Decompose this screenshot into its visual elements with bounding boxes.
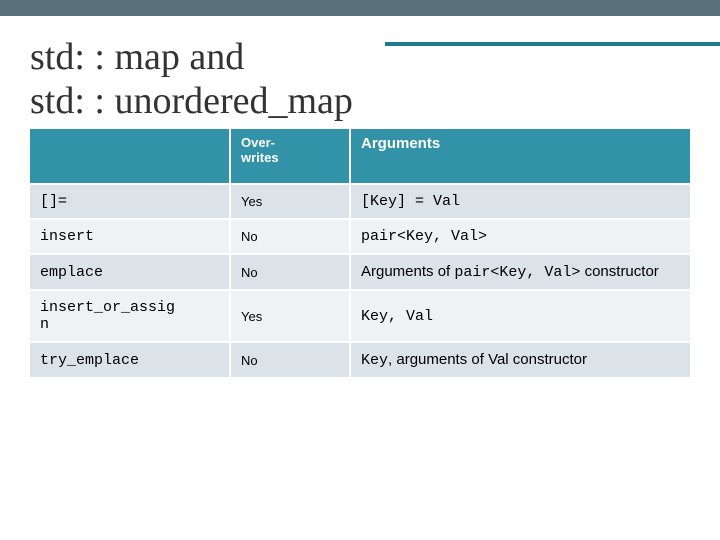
overwrites-cell: No	[230, 254, 350, 290]
title-line-2: std: : unordered_map	[30, 80, 353, 122]
accent-line	[385, 42, 720, 46]
arguments-cell: Arguments of pair<Key, Val> constructor	[350, 254, 690, 290]
arguments-cell: [Key] = Val	[350, 184, 690, 219]
overwrites-cell: Yes	[230, 290, 350, 342]
method-cell: try_emplace	[30, 342, 230, 378]
overwrites-cell: Yes	[230, 184, 350, 219]
window-top-bar	[0, 0, 720, 16]
table-row: insert No pair<Key, Val>	[30, 219, 690, 254]
arguments-cell: Key, arguments of Val constructor	[350, 342, 690, 378]
overwrites-cell: No	[230, 219, 350, 254]
table-row: try_emplace No Key, arguments of Val con…	[30, 342, 690, 378]
header-overwrites: Over- writes	[230, 129, 350, 184]
header-arguments: Arguments	[350, 129, 690, 184]
method-cell: insert_or_assig n	[30, 290, 230, 342]
method-cell: []=	[30, 184, 230, 219]
arguments-cell: Key, Val	[350, 290, 690, 342]
table-row: []= Yes [Key] = Val	[30, 184, 690, 219]
slide-content: std: : map and std: : unordered_map Over…	[0, 16, 720, 379]
header-method	[30, 129, 230, 184]
slide-title: std: : map and std: : unordered_map	[30, 36, 690, 123]
table-row: emplace No Arguments of pair<Key, Val> c…	[30, 254, 690, 290]
overwrites-cell: No	[230, 342, 350, 378]
arguments-cell: pair<Key, Val>	[350, 219, 690, 254]
method-cell: emplace	[30, 254, 230, 290]
title-line-1: std: : map and	[30, 36, 244, 78]
method-cell: insert	[30, 219, 230, 254]
table-row: insert_or_assig n Yes Key, Val	[30, 290, 690, 342]
methods-table: Over- writes Arguments []= Yes [Key] = V…	[30, 129, 690, 379]
table-header-row: Over- writes Arguments	[30, 129, 690, 184]
